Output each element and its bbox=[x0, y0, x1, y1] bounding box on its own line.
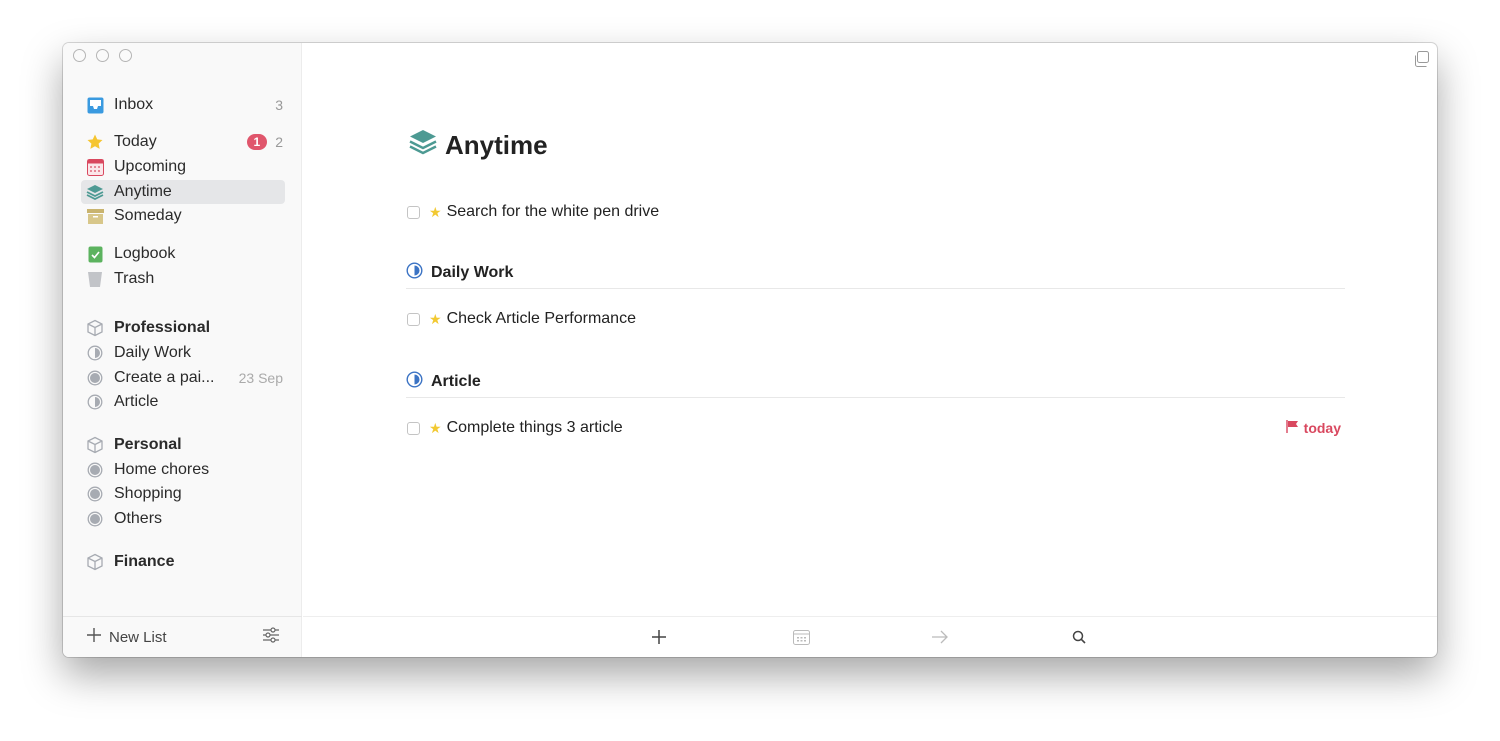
area-cube-icon bbox=[86, 553, 104, 571]
new-window-icon[interactable] bbox=[1413, 51, 1429, 72]
sidebar-item-anytime[interactable]: Anytime bbox=[81, 180, 285, 204]
deadline-label: today bbox=[1285, 420, 1341, 436]
task-checkbox[interactable] bbox=[407, 312, 420, 326]
star-icon bbox=[86, 133, 104, 151]
task-row[interactable]: ★ Complete things 3 article today bbox=[407, 416, 1345, 440]
sidebar-item-trash[interactable]: Trash bbox=[81, 267, 285, 291]
project-half-circle-icon bbox=[86, 393, 104, 411]
new-list-button[interactable]: New List bbox=[87, 628, 262, 646]
project-half-circle-icon bbox=[86, 344, 104, 362]
add-todo-button[interactable] bbox=[649, 627, 669, 647]
calendar-icon[interactable] bbox=[791, 627, 811, 647]
section-header[interactable]: Article bbox=[406, 370, 1345, 398]
minimize-button[interactable] bbox=[96, 49, 109, 62]
zoom-button[interactable] bbox=[119, 49, 132, 62]
task-row[interactable]: ★ Check Article Performance bbox=[407, 307, 1345, 331]
calendar-icon bbox=[86, 158, 104, 176]
area-cube-icon bbox=[86, 436, 104, 454]
project-full-circle-icon bbox=[86, 510, 104, 528]
sidebar-item-logbook[interactable]: Logbook bbox=[81, 242, 285, 266]
sidebar-project-create[interactable]: Create a pai... 23 Sep bbox=[81, 366, 285, 390]
task-checkbox[interactable] bbox=[407, 421, 420, 435]
sidebar-project-others[interactable]: Others bbox=[81, 507, 285, 531]
sidebar-item-inbox[interactable]: Inbox 3 bbox=[81, 93, 285, 117]
star-icon: ★ bbox=[429, 203, 442, 220]
section-header[interactable]: Daily Work bbox=[406, 261, 1345, 289]
settings-sliders-icon[interactable] bbox=[262, 627, 280, 647]
sidebar-item-someday[interactable]: Someday bbox=[81, 204, 285, 228]
project-deadline: 23 Sep bbox=[238, 370, 283, 386]
sidebar-area-professional[interactable]: Professional bbox=[81, 316, 285, 340]
sidebar-project-shopping[interactable]: Shopping bbox=[81, 482, 285, 506]
sidebar-item-upcoming[interactable]: Upcoming bbox=[81, 155, 285, 179]
today-count: 2 bbox=[275, 134, 283, 150]
sidebar-project-article[interactable]: Article bbox=[81, 390, 285, 414]
trash-icon bbox=[86, 270, 104, 288]
page-title: Anytime bbox=[409, 129, 548, 162]
flag-icon bbox=[1285, 420, 1299, 436]
move-arrow-icon[interactable] bbox=[930, 627, 950, 647]
project-full-circle-icon bbox=[86, 485, 104, 503]
logbook-icon bbox=[86, 245, 104, 263]
sidebar-item-today[interactable]: Today 1 2 bbox=[81, 130, 285, 154]
project-half-circle-icon bbox=[406, 261, 423, 284]
app-window: Inbox 3 Today 1 2 Upcoming Anytime Somed… bbox=[63, 43, 1437, 657]
task-checkbox[interactable] bbox=[407, 205, 420, 219]
star-icon: ★ bbox=[429, 310, 442, 327]
project-full-circle-icon bbox=[86, 461, 104, 479]
project-full-circle-icon bbox=[86, 369, 104, 387]
sidebar-area-finance[interactable]: Finance bbox=[81, 550, 285, 574]
layers-icon bbox=[409, 129, 437, 162]
sidebar: Inbox 3 Today 1 2 Upcoming Anytime Somed… bbox=[63, 43, 302, 657]
task-row[interactable]: ★ Search for the white pen drive bbox=[407, 200, 1345, 224]
sidebar-footer: New List bbox=[63, 616, 302, 657]
window-controls bbox=[73, 49, 132, 62]
search-icon[interactable] bbox=[1069, 627, 1089, 647]
sidebar-area-personal[interactable]: Personal bbox=[81, 433, 285, 457]
plus-icon bbox=[87, 628, 101, 646]
overdue-badge: 1 bbox=[246, 134, 268, 150]
sidebar-project-home-chores[interactable]: Home chores bbox=[81, 458, 285, 482]
inbox-count: 3 bbox=[275, 97, 283, 113]
area-cube-icon bbox=[86, 319, 104, 337]
bottom-toolbar bbox=[303, 616, 1437, 657]
archive-box-icon bbox=[86, 207, 104, 225]
star-icon: ★ bbox=[429, 419, 442, 436]
sidebar-project-daily-work[interactable]: Daily Work bbox=[81, 341, 285, 365]
main-content: Anytime ★ Search for the white pen drive… bbox=[303, 43, 1437, 657]
layers-icon bbox=[86, 183, 104, 201]
project-half-circle-icon bbox=[406, 370, 423, 393]
inbox-icon bbox=[86, 96, 104, 114]
close-button[interactable] bbox=[73, 49, 86, 62]
